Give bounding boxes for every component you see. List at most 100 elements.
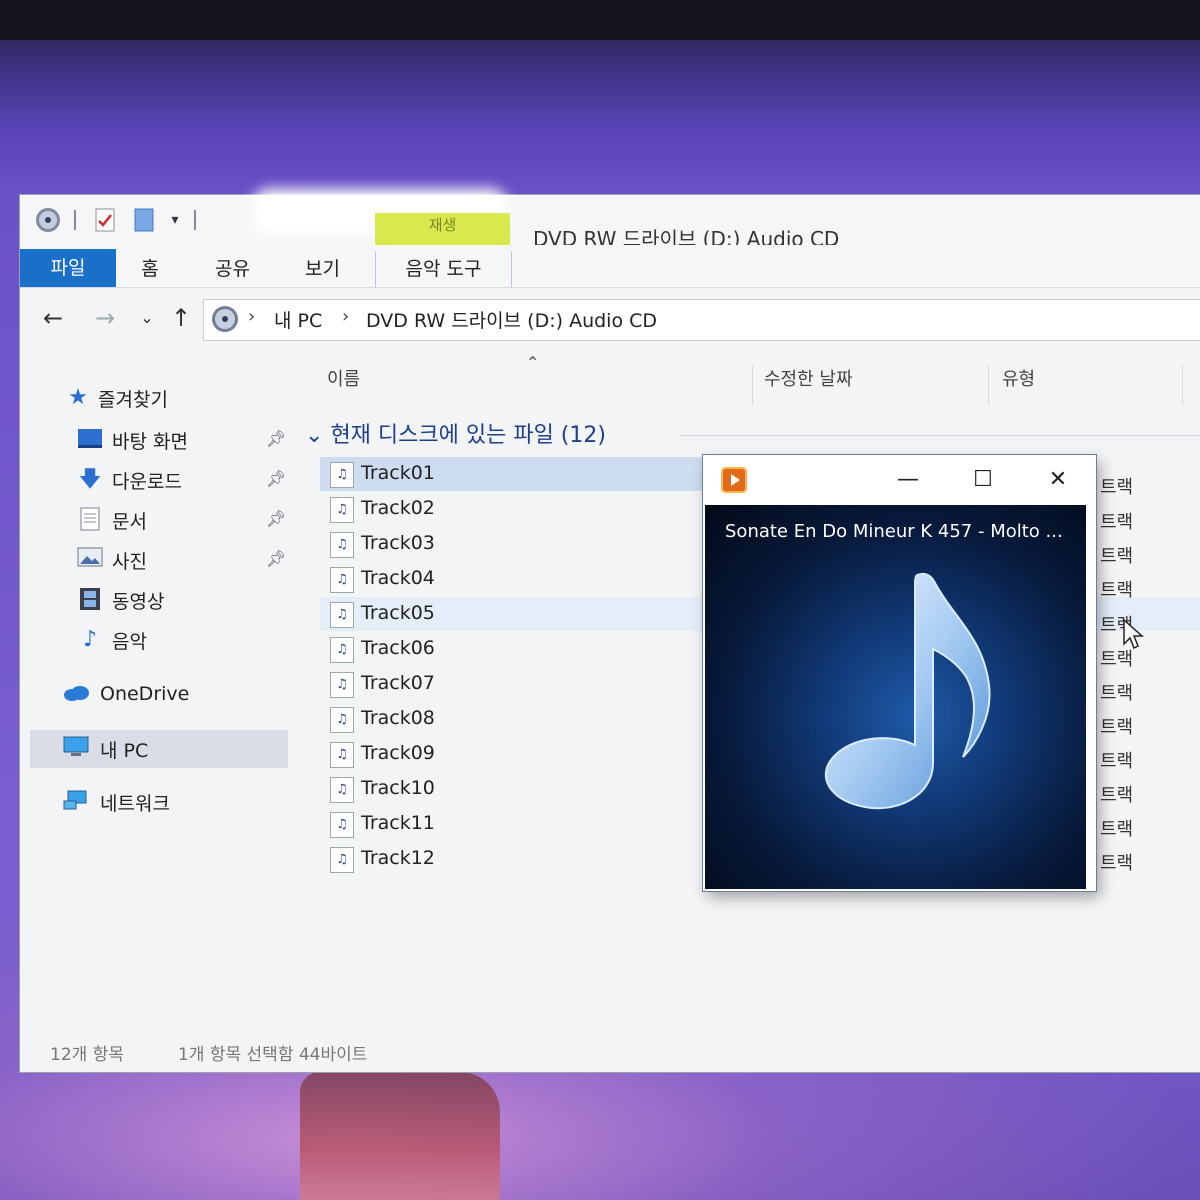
breadcrumb-separator: ›: [248, 306, 256, 327]
breadcrumb-cd-drive[interactable]: DVD RW 드라이브 (D:) Audio CD: [366, 306, 657, 333]
file-row[interactable]: ♫ Track12: [320, 842, 720, 876]
audio-track-icon: ♫: [330, 777, 354, 803]
now-playing-title: Sonate En Do Mineur K 457 - Molto ...: [725, 521, 1063, 542]
title-bar: ▾ 재생 DVD RW 드라이브 (D:) Audio CD: [20, 195, 1200, 253]
up-arrow-icon[interactable]: ↑: [166, 303, 196, 333]
file-name: Track01: [361, 462, 435, 484]
file-type: 트랙: [1100, 580, 1134, 601]
file-type: 트랙: [1100, 751, 1134, 772]
tab-music-tools[interactable]: 음악 도구: [375, 251, 512, 287]
column-header-modified[interactable]: 수정한 날짜: [764, 365, 853, 391]
download-arrow-icon: 🡇: [78, 467, 102, 492]
nav-pictures[interactable]: 사진 📌︎: [20, 541, 300, 579]
nav-quick-access[interactable]: ★ 즐겨찾기: [20, 379, 300, 417]
close-icon[interactable]: ✕: [1038, 465, 1078, 495]
nav-documents[interactable]: 문서 📌︎: [20, 501, 300, 539]
recent-locations-icon[interactable]: ⌄: [132, 303, 162, 333]
new-folder-icon[interactable]: [132, 205, 156, 235]
nav-label: 음악: [112, 631, 147, 653]
back-arrow-icon[interactable]: ←: [38, 303, 68, 333]
audio-track-icon: ♫: [330, 462, 354, 488]
status-selection: 1개 항목 선택함 44바이트: [178, 1045, 368, 1065]
group-header[interactable]: ⌄ 현재 디스크에 있는 파일 (12): [305, 417, 606, 449]
pin-icon[interactable]: 📌︎: [266, 429, 286, 448]
file-row[interactable]: ♫ Track08: [320, 702, 720, 736]
nav-onedrive[interactable]: OneDrive: [20, 677, 300, 715]
pin-icon[interactable]: 📌︎: [266, 509, 286, 528]
chevron-down-icon: ⌄: [305, 423, 324, 448]
nav-label: 동영상: [112, 591, 165, 613]
minimize-icon[interactable]: —: [888, 465, 928, 495]
audio-track-icon: ♫: [330, 602, 354, 628]
forward-arrow-icon[interactable]: →: [90, 303, 120, 333]
nav-music[interactable]: ♪ 음악: [20, 621, 300, 659]
file-row[interactable]: ♫ Track04: [320, 562, 720, 596]
tab-home[interactable]: 홈: [130, 251, 170, 287]
audio-track-icon: ♫: [330, 567, 354, 593]
cloud-icon: [62, 683, 90, 709]
file-row[interactable]: ♫ Track10: [320, 772, 720, 806]
file-name: Track10: [361, 777, 435, 799]
star-icon: ★: [68, 385, 88, 410]
file-row[interactable]: ♫ Track07: [320, 667, 720, 701]
file-row[interactable]: ♫ Track03: [320, 527, 720, 561]
audio-track-icon: ♫: [330, 672, 354, 698]
nav-videos[interactable]: 동영상: [20, 581, 300, 619]
sort-ascending-icon: ⌃: [526, 353, 540, 372]
address-bar[interactable]: › 내 PC › DVD RW 드라이브 (D:) Audio CD: [203, 299, 1200, 341]
tab-share[interactable]: 공유: [205, 251, 260, 287]
tab-file[interactable]: 파일: [20, 249, 116, 287]
file-type: 트랙: [1100, 477, 1134, 498]
column-divider[interactable]: [1182, 365, 1183, 405]
column-divider[interactable]: [988, 365, 989, 405]
media-player-icon: [721, 467, 747, 493]
group-divider: [680, 435, 1200, 436]
file-type: 트랙: [1100, 683, 1134, 704]
network-icon: [62, 789, 90, 815]
toolbar-separator: [74, 210, 76, 230]
pin-icon[interactable]: 📌︎: [266, 469, 286, 488]
customize-toolbar-icon[interactable]: ▾: [166, 205, 184, 235]
nav-downloads[interactable]: 🡇 다운로드 📌︎: [20, 461, 300, 499]
audio-track-icon: ♫: [330, 497, 354, 523]
maximize-icon[interactable]: ☐: [963, 465, 1003, 495]
column-header-type[interactable]: 유형: [1002, 365, 1035, 391]
file-row[interactable]: ♫ Track06: [320, 632, 720, 666]
nav-label: 다운로드: [112, 471, 182, 493]
nav-this-pc[interactable]: 내 PC: [30, 730, 288, 768]
desktop-icon: [76, 427, 104, 453]
file-type: 트랙: [1100, 546, 1134, 567]
column-header-name[interactable]: 이름: [327, 365, 360, 391]
nav-network[interactable]: 네트워크: [20, 783, 300, 821]
column-divider[interactable]: [752, 365, 753, 405]
file-name: Track11: [361, 812, 435, 834]
now-playing-panel: Sonate En Do Mineur K 457 - Molto ...: [705, 505, 1086, 889]
file-row[interactable]: ♫ Track02: [320, 492, 720, 526]
file-name: Track12: [361, 847, 435, 869]
film-strip-icon: [76, 587, 104, 613]
file-type: 트랙: [1100, 512, 1134, 533]
audio-track-icon: ♫: [330, 637, 354, 663]
nav-label: 사진: [112, 551, 147, 573]
pin-icon[interactable]: 📌︎: [266, 549, 286, 568]
file-name: Track06: [361, 637, 435, 659]
file-row[interactable]: ♫ Track09: [320, 737, 720, 771]
toolbar-separator: [194, 210, 196, 230]
media-player-window[interactable]: — ☐ ✕ Sonate En Do Mineur K 457 - Molto …: [703, 455, 1096, 891]
file-type: 트랙: [1100, 717, 1134, 738]
nav-label: 바탕 화면: [112, 431, 188, 453]
nav-desktop[interactable]: 바탕 화면 📌︎: [20, 421, 300, 459]
tab-view[interactable]: 보기: [295, 251, 350, 287]
audio-track-icon: ♫: [330, 847, 354, 873]
file-row[interactable]: ♫ Track11: [320, 807, 720, 841]
file-name: Track03: [361, 532, 435, 554]
file-name: Track07: [361, 672, 435, 694]
file-row[interactable]: ♫ Track01: [320, 457, 720, 491]
properties-icon[interactable]: [92, 205, 118, 235]
pictures-icon: [76, 547, 104, 573]
breadcrumb-this-pc[interactable]: 내 PC: [274, 306, 322, 333]
nav-label: OneDrive: [100, 683, 190, 705]
file-name: Track04: [361, 567, 435, 589]
audio-track-icon: ♫: [330, 707, 354, 733]
ribbon-tabs: 파일 홈 공유 보기 음악 도구: [20, 245, 1200, 288]
